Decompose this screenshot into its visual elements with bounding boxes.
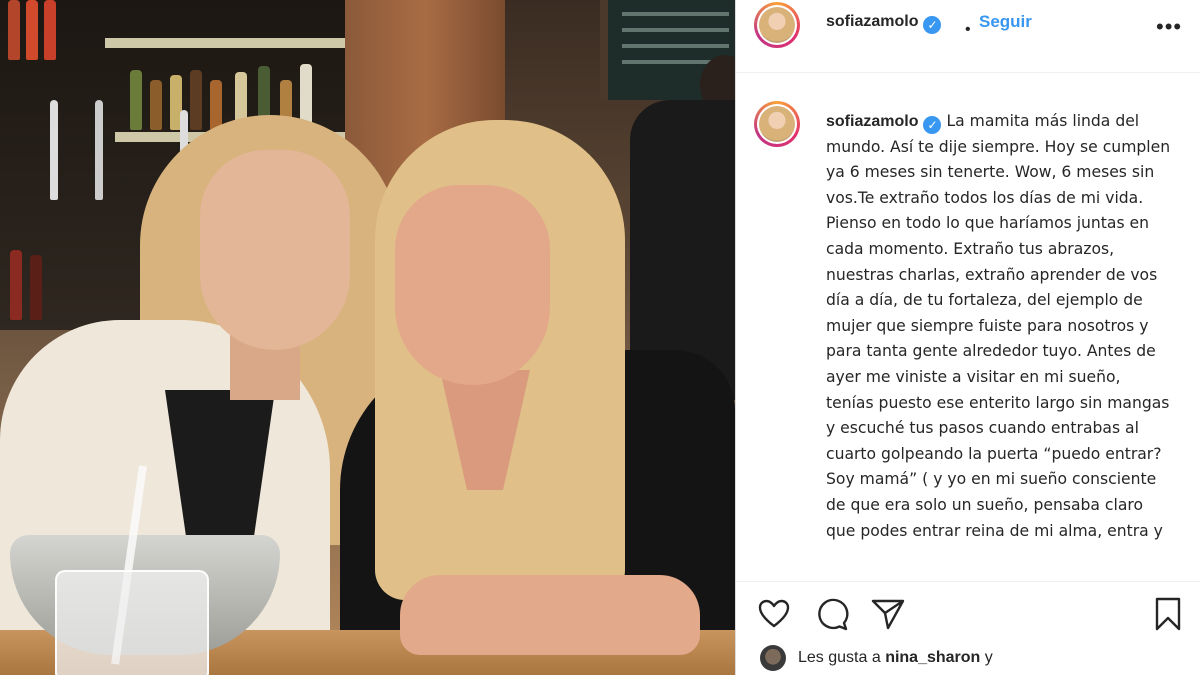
clasped-hands (400, 575, 700, 655)
post-caption: sofiazamolo ✓ La mamita más linda del mun… (826, 109, 1171, 544)
bottle (150, 80, 162, 130)
beer-tap (50, 100, 58, 200)
verified-badge-icon: ✓ (923, 116, 942, 134)
likes-line: Les gusta a nina_sharon y (760, 645, 1200, 675)
comment-icon[interactable] (814, 596, 850, 632)
liker-avatar[interactable] (760, 645, 786, 671)
bottle (10, 250, 22, 320)
header-username-group: sofiazamolo ✓ (826, 13, 942, 34)
avatar-image (759, 7, 795, 43)
bookmark-icon[interactable] (1150, 596, 1186, 632)
bottle (190, 70, 202, 130)
comments-area[interactable]: sofiazamolo ✓ La mamita más linda del mun… (736, 73, 1200, 581)
profile-avatar[interactable] (754, 2, 800, 48)
bottle (210, 80, 222, 130)
follow-button[interactable]: Seguir (979, 12, 1032, 32)
plastic-cup (55, 570, 209, 675)
liker-username[interactable]: nina_sharon (885, 649, 980, 666)
woman-left-face (200, 150, 350, 350)
paper-plane-icon[interactable] (870, 596, 906, 632)
post-header: sofiazamolo ✓ • Seguir ••• (736, 0, 1200, 73)
bottle (130, 70, 142, 130)
likes-prefix: Les gusta a (798, 649, 881, 666)
avatar-image (759, 106, 795, 142)
post-photo[interactable] (0, 0, 735, 675)
likes-suffix: y (984, 649, 993, 666)
bottle (8, 0, 20, 60)
header-username[interactable]: sofiazamolo (826, 13, 918, 30)
heart-icon[interactable] (756, 596, 792, 632)
divider (736, 581, 1200, 582)
verified-badge-icon: ✓ (923, 16, 942, 34)
post-actions (736, 590, 1200, 640)
likes-text: Les gusta a nina_sharon y (798, 649, 993, 667)
caption-username[interactable]: sofiazamolo (826, 113, 918, 130)
header-separator: • (965, 21, 971, 38)
bottle (26, 0, 38, 60)
caption-text: La mamita más linda del mundo. Así te di… (826, 112, 1171, 540)
beer-tap (95, 100, 103, 200)
more-options-icon[interactable]: ••• (1156, 14, 1182, 40)
bottle (30, 255, 42, 320)
bottle (44, 0, 56, 60)
instagram-post-view: sofiazamolo ✓ • Seguir ••• sofiazamolo ✓ L… (0, 0, 1200, 675)
shelf-board (105, 38, 345, 48)
woman-right-face (395, 185, 550, 385)
post-side-panel: sofiazamolo ✓ • Seguir ••• sofiazamolo ✓ L… (735, 0, 1200, 675)
caption-avatar[interactable] (754, 101, 800, 147)
